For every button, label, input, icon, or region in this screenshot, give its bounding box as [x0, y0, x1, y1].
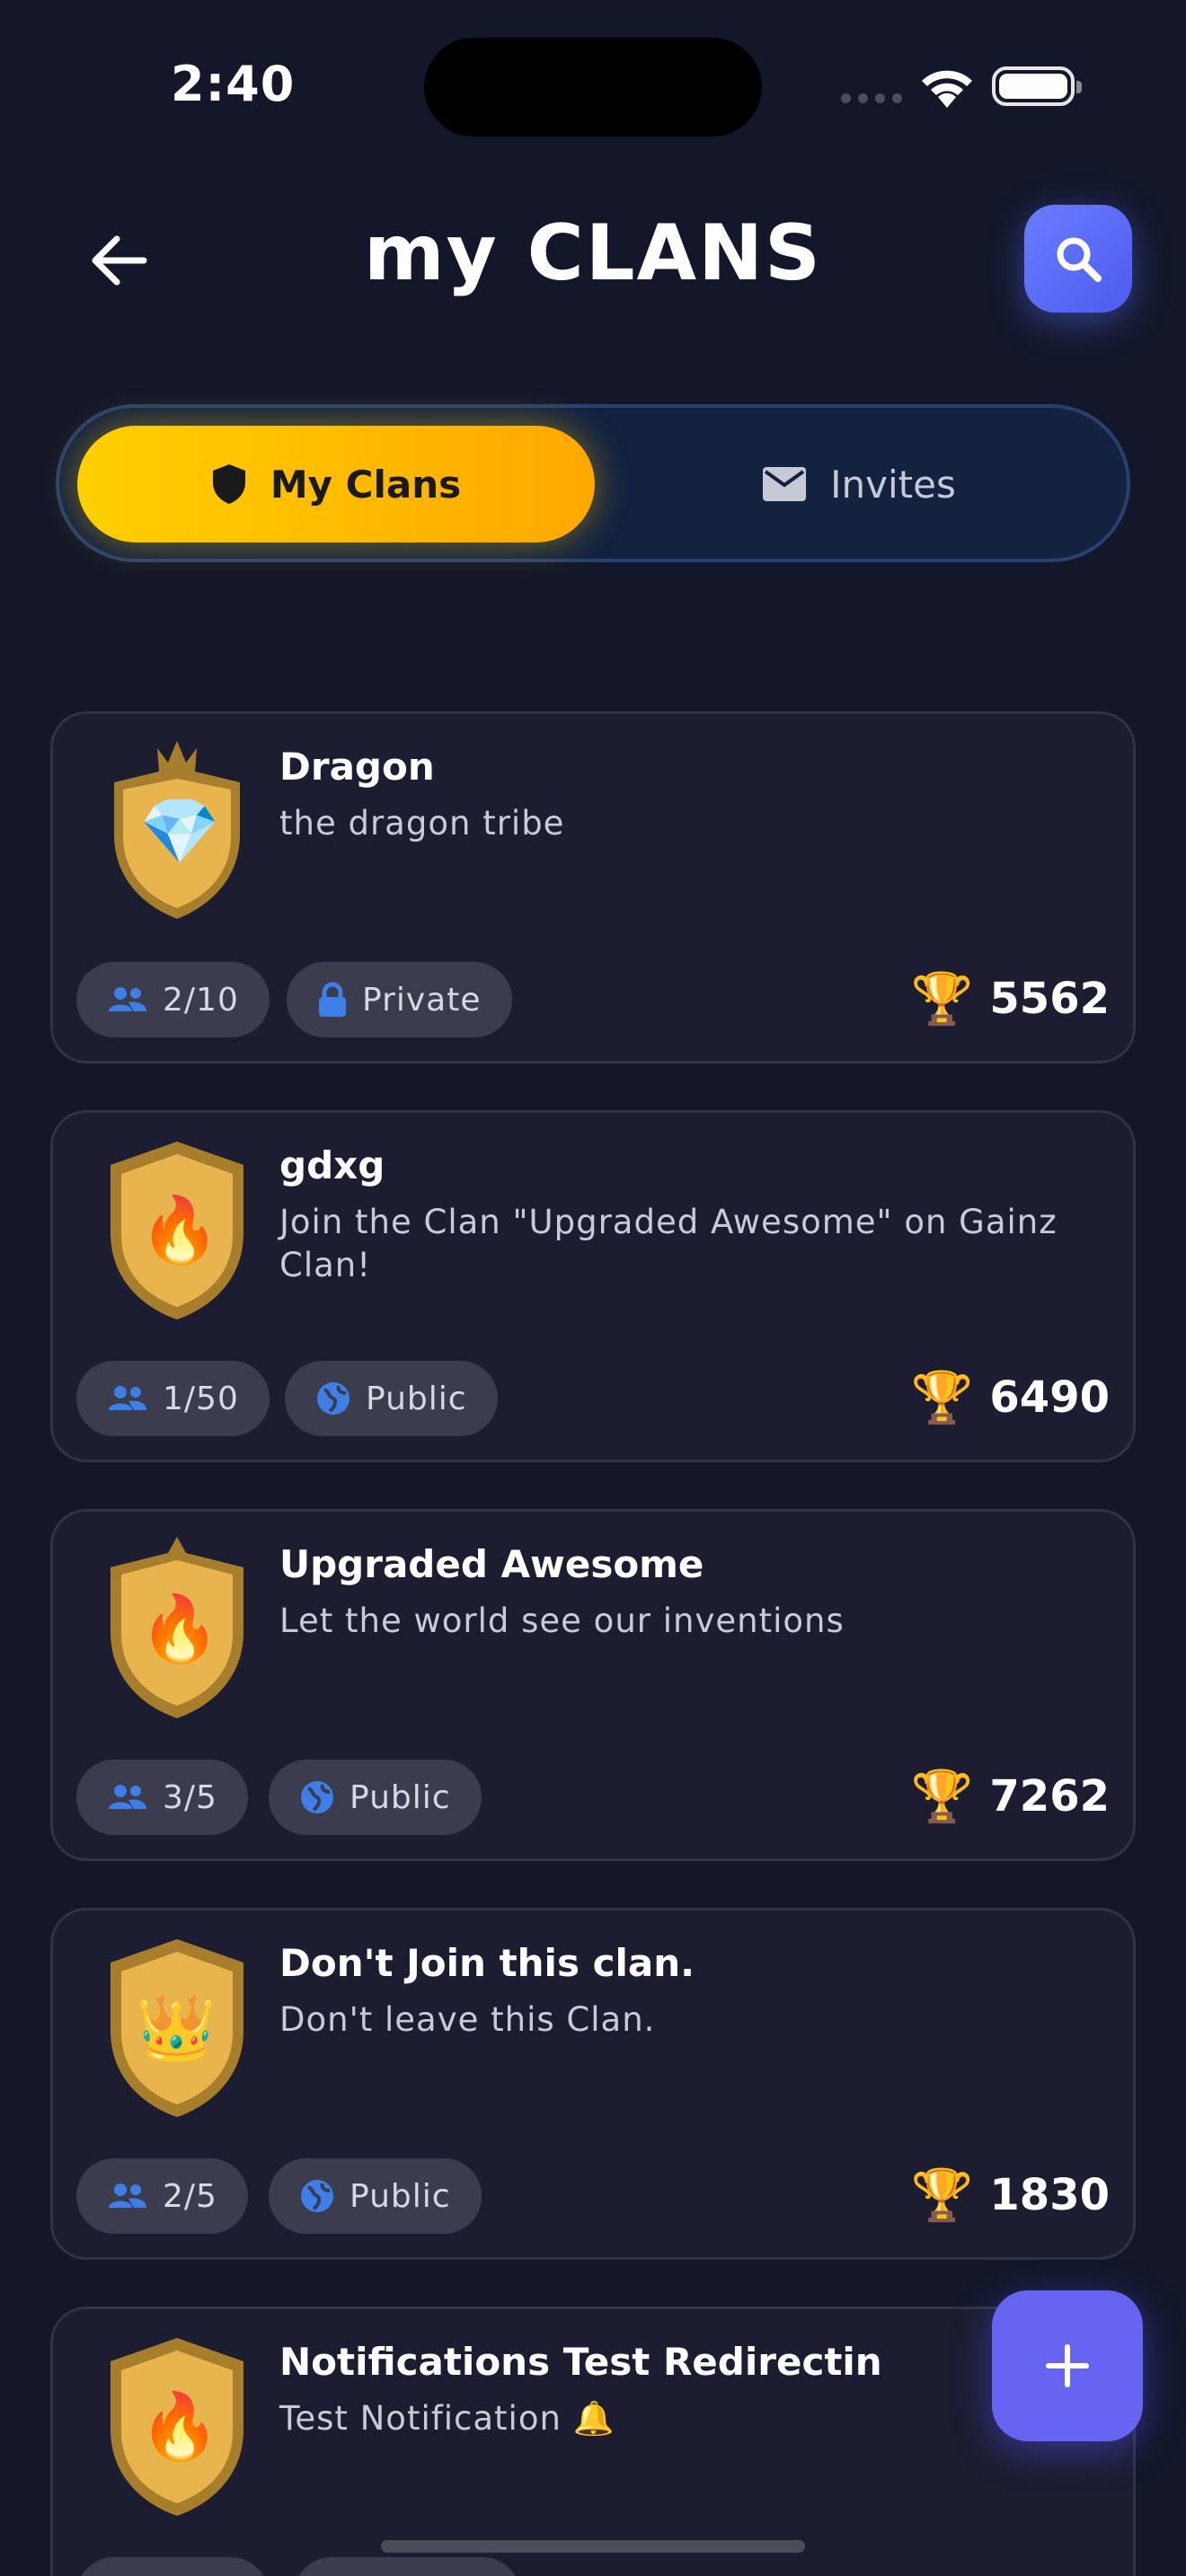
globe-icon [317, 1382, 350, 1415]
trophy-score: 🏆 1830 [911, 2166, 1110, 2225]
members-count: 3/5 [163, 1778, 217, 1816]
search-button[interactable] [1024, 205, 1132, 313]
trophy-count: 1830 [989, 2170, 1110, 2220]
privacy-pill [294, 2557, 520, 2576]
clan-name: Upgraded Awesome [279, 1542, 704, 1586]
dynamic-island [424, 38, 762, 137]
clan-name: Dragon [279, 745, 435, 789]
clan-emblem-glyph: 🔥 [139, 2388, 220, 2464]
privacy-label: Public [350, 1778, 451, 1816]
people-icon [109, 2183, 146, 2208]
search-icon [1057, 237, 1102, 282]
members-count: 1/50 [163, 1380, 239, 1417]
privacy-label: Private [362, 981, 482, 1019]
privacy-pill: Public [285, 1361, 498, 1436]
members-pill [76, 2557, 269, 2576]
trophy-count: 5562 [989, 974, 1110, 1024]
home-indicator[interactable] [381, 2540, 805, 2553]
clan-name: gdxg [279, 1143, 385, 1187]
clan-card-dragon[interactable]: 💎 Dragon the dragon tribe 2/10 Private 🏆… [50, 711, 1136, 1063]
members-count: 2/5 [163, 2177, 217, 2215]
page-title: my CLANS [364, 208, 822, 298]
tab-my-clans-label: My Clans [270, 462, 462, 507]
tab-invites[interactable]: Invites [607, 426, 1111, 543]
members-pill: 3/5 [76, 1760, 248, 1835]
lock-icon [319, 982, 346, 1017]
members-pill: 2/5 [76, 2158, 248, 2234]
members-pill: 2/10 [76, 962, 270, 1037]
clan-emblem-glyph: 💎 [139, 793, 220, 869]
battery-icon [992, 66, 1082, 106]
globe-icon [301, 2180, 333, 2212]
clan-emblem-glyph: 🔥 [139, 1192, 220, 1267]
tab-invites-label: Invites [830, 462, 956, 507]
status-time: 2:40 [171, 56, 296, 112]
clan-name: Don't Join this clan. [279, 1941, 695, 1985]
clan-emblem: 🔥 [96, 1533, 258, 1722]
clan-tabs: My Clans Invites [56, 404, 1130, 562]
trophy-count: 7262 [989, 1771, 1110, 1822]
tab-my-clans[interactable]: My Clans [77, 426, 595, 543]
privacy-label: Public [366, 1380, 467, 1417]
plus-icon [1046, 2344, 1089, 2387]
clan-description: Let the world see our inventions [279, 1601, 845, 1640]
privacy-label: Public [350, 2177, 451, 2215]
clan-card-dont-join[interactable]: 👑 Don't Join this clan. Don't leave this… [50, 1908, 1136, 2260]
clan-card-gdxg[interactable]: 🔥 gdxg Join the Clan "Upgraded Awesome" … [50, 1110, 1136, 1462]
members-count: 2/10 [163, 981, 239, 1019]
cellular-signal-icon [841, 93, 902, 103]
clan-description: Join the Clan "Upgraded Awesome" on Gain… [279, 1203, 1058, 1284]
trophy-icon: 🏆 [910, 970, 974, 1028]
members-pill: 1/50 [76, 1361, 270, 1436]
trophy-score: 🏆 7262 [911, 1767, 1110, 1826]
clan-emblem-glyph: 🔥 [139, 1591, 220, 1666]
screen: 2:40 my CLANS My Clans Invites 💎 Dragon … [0, 0, 1186, 2576]
people-icon [109, 1785, 146, 1809]
trophy-icon: 🏆 [910, 2166, 974, 2225]
trophy-score: 🏆 6490 [911, 1368, 1110, 1427]
privacy-pill: Public [269, 1760, 482, 1835]
clan-name: Notifications Test Redirectin [279, 2340, 882, 2384]
trophy-score: 🏆 5562 [911, 969, 1110, 1028]
privacy-pill: Public [269, 2158, 482, 2234]
trophy-icon: 🏆 [910, 1369, 974, 1427]
shield-icon [212, 464, 245, 504]
wifi-icon [918, 66, 976, 113]
clan-description: Don't leave this Clan. [279, 2000, 656, 2039]
create-clan-button[interactable] [992, 2290, 1143, 2441]
people-icon [109, 987, 146, 1011]
clan-emblem-glyph: 👑 [136, 1989, 217, 2065]
globe-icon [301, 1781, 333, 1813]
people-icon [109, 1386, 146, 1410]
clan-emblem: 🔥 [96, 2331, 258, 2519]
trophy-icon: 🏆 [910, 1768, 974, 1826]
privacy-pill: Private [287, 962, 512, 1037]
mail-icon [763, 467, 807, 501]
clan-description: the dragon tribe [279, 804, 565, 842]
clan-card-notifications-test[interactable]: 🔥 Notifications Test Redirectin Test Not… [50, 2307, 1136, 2576]
trophy-count: 6490 [989, 1372, 1110, 1423]
clan-card-upgraded-awesome[interactable]: 🔥 Upgraded Awesome Let the world see our… [50, 1509, 1136, 1861]
clan-description: Test Notification 🔔 [279, 2399, 615, 2438]
clan-emblem: 👑 [96, 1932, 258, 2121]
clan-emblem: 💎 [96, 736, 258, 924]
clan-emblem: 🔥 [96, 1134, 258, 1323]
